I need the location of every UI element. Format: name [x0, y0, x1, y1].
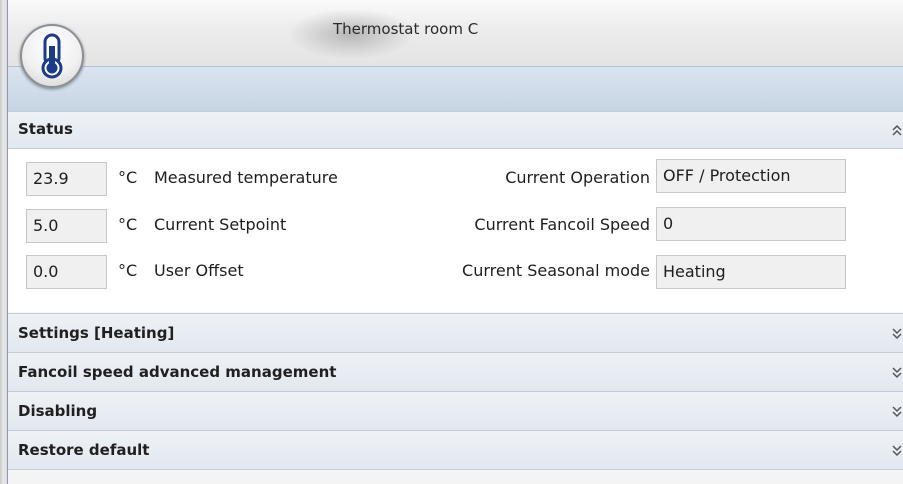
section-header-settings-heating[interactable]: Settings [Heating] — [8, 313, 903, 353]
section-title-fancoil-speed: Fancoil speed advanced management — [18, 363, 337, 381]
section-header-restore-default[interactable]: Restore default — [8, 430, 903, 470]
chevron-double-down-icon[interactable] — [891, 364, 903, 380]
current-seasonal-mode-value: Heating — [656, 255, 846, 289]
section-title-disabling: Disabling — [18, 402, 98, 420]
current-fancoil-speed-value: 0 — [656, 207, 846, 241]
section-title-settings-heating: Settings [Heating] — [18, 324, 175, 342]
chevron-double-up-icon[interactable] — [891, 122, 903, 138]
user-offset-unit: °C — [118, 261, 138, 280]
section-header-status[interactable]: Status — [8, 111, 903, 149]
current-operation-value: OFF / Protection — [656, 159, 846, 193]
title-bar: Thermostat room C — [8, 0, 903, 66]
current-seasonal-mode-label: Current Seasonal mode — [462, 261, 650, 280]
window-title: Thermostat room C — [333, 20, 479, 38]
current-setpoint-label: Current Setpoint — [154, 215, 287, 234]
current-operation-label: Current Operation — [505, 168, 650, 187]
current-setpoint-unit: °C — [118, 215, 138, 234]
window-frame-left — [0, 0, 8, 484]
section-header-disabling[interactable]: Disabling — [8, 391, 903, 431]
section-title-status: Status — [18, 120, 73, 138]
content-pane: Status 23.9 °C Measured temperature Curr… — [8, 111, 903, 484]
app-menu-button[interactable] — [20, 24, 84, 88]
section-title-restore-default: Restore default — [18, 441, 150, 459]
current-setpoint-value: 5.0 — [26, 209, 107, 243]
user-offset-label: User Offset — [154, 261, 244, 280]
status-panel: 23.9 °C Measured temperature Current Ope… — [8, 149, 903, 312]
empty-area — [8, 472, 903, 484]
ribbon-bar — [8, 66, 903, 112]
chevron-double-down-icon[interactable] — [891, 442, 903, 458]
thermostat-window: Thermostat room C Status 23.9 °C Measure… — [0, 0, 903, 484]
measured-temperature-unit: °C — [118, 168, 138, 187]
current-fancoil-speed-label: Current Fancoil Speed — [474, 215, 650, 234]
measured-temperature-label: Measured temperature — [154, 168, 338, 187]
section-header-fancoil-speed[interactable]: Fancoil speed advanced management — [8, 352, 903, 392]
chevron-double-down-icon[interactable] — [891, 403, 903, 419]
measured-temperature-value: 23.9 — [26, 162, 107, 196]
chevron-double-down-icon[interactable] — [891, 325, 903, 341]
user-offset-value[interactable]: 0.0 — [26, 255, 107, 289]
thermometer-icon — [41, 33, 63, 79]
